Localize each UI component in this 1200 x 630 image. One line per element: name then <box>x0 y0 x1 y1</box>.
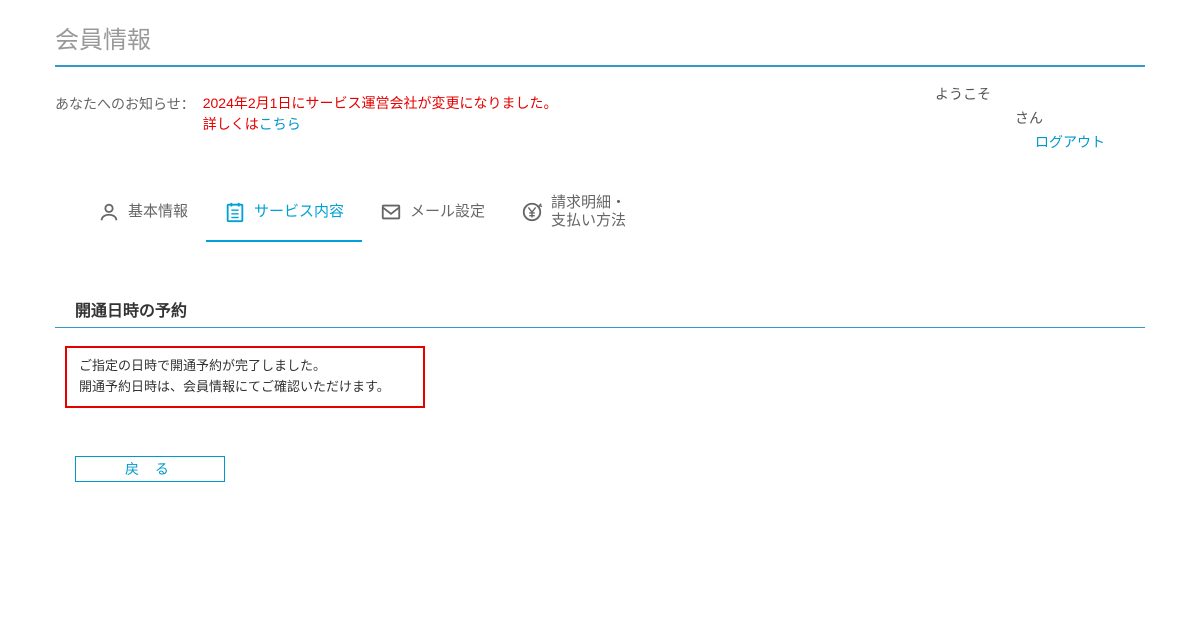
user-area: ようこそ さん ログアウト <box>935 83 1145 154</box>
page-title: 会員情報 <box>55 20 1145 55</box>
mail-icon <box>380 201 402 223</box>
section-underline <box>55 327 1145 328</box>
message-line2: 開通予約日時は、会員情報にてご確認いただけます。 <box>79 379 390 394</box>
notice-label: あなたへのお知らせ： <box>55 93 195 114</box>
notice-line2-prefix: 詳しくは <box>203 116 259 132</box>
logout-link[interactable]: ログアウト <box>935 131 1105 155</box>
user-suffix: さん <box>935 107 1105 131</box>
yen-icon <box>521 201 543 223</box>
tab-label: メール設定 <box>410 203 485 221</box>
tab-basic-info[interactable]: 基本情報 <box>80 184 206 242</box>
back-button[interactable]: 戻 る <box>75 456 225 482</box>
confirmation-message: ご指定の日時で開通予約が完了しました。 開通予約日時は、会員情報にてご確認いただ… <box>65 346 425 408</box>
tabs: 基本情報 サービス内容 メール設定 請求明細・ 支払い方法 <box>55 184 1145 242</box>
title-underline <box>55 65 1145 67</box>
tab-label: 基本情報 <box>128 203 188 221</box>
tab-label: サービス内容 <box>254 203 344 221</box>
notice-link[interactable]: こちら <box>259 116 301 132</box>
notice-line1: 2024年2月1日にサービス運営会社が変更になりました。 <box>203 95 558 111</box>
notice-text: 2024年2月1日にサービス運営会社が変更になりました。 詳しくはこちら <box>203 93 558 135</box>
message-line1: ご指定の日時で開通予約が完了しました。 <box>79 358 326 373</box>
billing-line1: 請求明細・ <box>551 194 626 211</box>
list-icon <box>224 201 246 223</box>
notice-area: あなたへのお知らせ： 2024年2月1日にサービス運営会社が変更になりました。 … <box>55 93 935 135</box>
person-icon <box>98 201 120 223</box>
welcome-label: ようこそ <box>935 83 1105 107</box>
tab-mail-settings[interactable]: メール設定 <box>362 184 503 242</box>
tab-billing[interactable]: 請求明細・ 支払い方法 <box>503 184 644 242</box>
section-title: 開通日時の予約 <box>75 297 1145 327</box>
billing-line2: 支払い方法 <box>551 212 626 229</box>
tab-service[interactable]: サービス内容 <box>206 184 362 242</box>
header-section: あなたへのお知らせ： 2024年2月1日にサービス運営会社が変更になりました。 … <box>55 75 1145 176</box>
tab-label: 請求明細・ 支払い方法 <box>551 194 626 230</box>
